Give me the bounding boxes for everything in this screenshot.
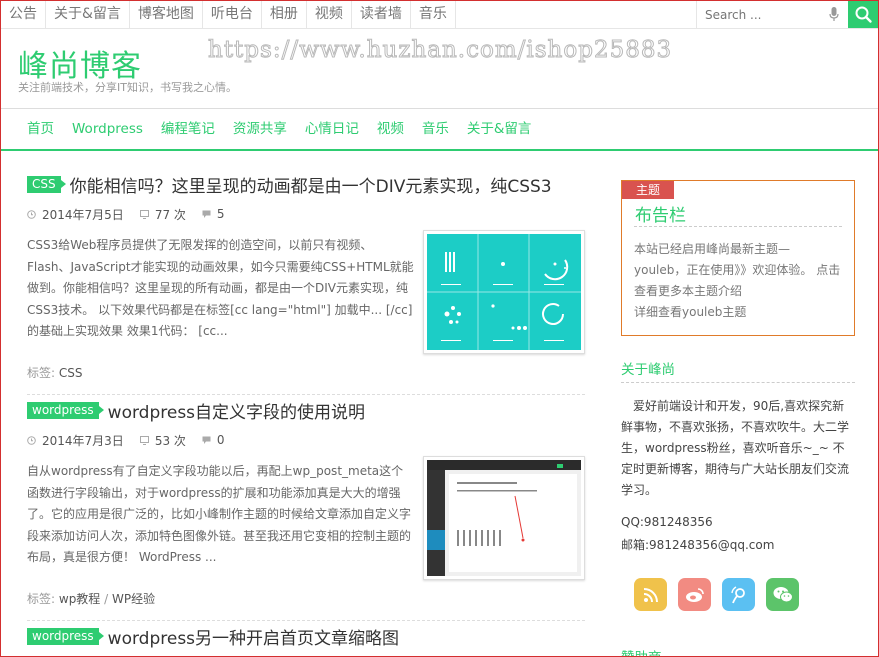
tencent-weibo-button[interactable] — [722, 578, 755, 611]
email-address: 邮箱:981248356@qq.com — [621, 538, 775, 552]
notice-widget: 主题 布告栏 本站已经启用峰尚最新主题—youleb，正在使用》》欢迎体验。 点… — [621, 180, 855, 336]
top-nav-video[interactable]: 视频 — [307, 1, 352, 28]
wechat-button[interactable] — [766, 578, 799, 611]
notice-link[interactable]: 详细查看youleb主题 — [634, 305, 746, 319]
top-nav-radio[interactable]: 听电台 — [203, 1, 262, 28]
post-views: 53 次 — [154, 433, 186, 448]
post-title[interactable]: wordpress另一种开启首页文章缩略图 — [108, 624, 399, 649]
top-nav-announcement[interactable]: 公告 — [1, 1, 46, 28]
category-badge[interactable]: wordpress — [27, 401, 104, 419]
clock-icon — [27, 209, 36, 219]
nav-programming[interactable]: 编程笔记 — [152, 109, 224, 149]
tencent-weibo-icon — [730, 585, 745, 603]
rss-icon — [643, 587, 658, 602]
top-nav: 公告 关于&留言 博客地图 听电台 相册 视频 读者墙 音乐 — [1, 1, 456, 28]
weibo-button[interactable] — [678, 578, 711, 611]
notice-text[interactable]: 本站已经启用峰尚最新主题—youleb，正在使用》》欢迎体验。 点击查看更多本主… — [634, 242, 840, 298]
search-icon — [855, 6, 872, 23]
notice-divider — [634, 226, 842, 227]
search-button[interactable] — [848, 1, 878, 28]
tag-link[interactable]: WP经验 — [112, 592, 155, 606]
nav-music[interactable]: 音乐 — [413, 109, 458, 149]
post-excerpt: CSS3给Web程序员提供了无限发挥的创造空间，以前只有视频、Flash、Jav… — [27, 238, 414, 338]
nav-wordpress[interactable]: Wordpress — [63, 109, 152, 149]
rss-button[interactable] — [634, 578, 667, 611]
search-input[interactable] — [705, 5, 823, 24]
nav-diary[interactable]: 心情日记 — [296, 109, 368, 149]
microphone-icon[interactable] — [829, 7, 839, 22]
post-views: 77 次 — [154, 207, 186, 222]
nav-home[interactable]: 首页 — [18, 109, 63, 149]
tag-link[interactable]: CSS — [59, 366, 83, 380]
monitor-icon — [139, 435, 149, 445]
notice-title: 布告栏 — [635, 206, 686, 226]
notice-tag: 主题 — [622, 181, 675, 199]
post-meta: 2014年7月3日 53 次 0 — [27, 432, 585, 448]
wp-admin-screenshot-image — [427, 460, 581, 576]
category-badge[interactable]: wordpress — [27, 627, 104, 645]
top-nav-sitemap[interactable]: 博客地图 — [130, 1, 203, 28]
post-thumbnail[interactable] — [423, 230, 585, 354]
browser-frame: 公告 关于&留言 博客地图 听电台 相册 视频 读者墙 音乐 峰尚博客 — [0, 0, 879, 657]
top-nav-about[interactable]: 关于&留言 — [46, 1, 130, 28]
top-bar: 公告 关于&留言 博客地图 听电台 相册 视频 读者墙 音乐 — [1, 1, 878, 29]
main-nav: 首页 Wordpress 编程笔记 资源共享 心情日记 视频 音乐 关于&留言 — [1, 109, 878, 151]
post-date: 2014年7月5日 — [42, 207, 124, 222]
search-box — [696, 1, 848, 28]
post-comments[interactable]: 5 — [217, 207, 225, 221]
post-tags: 标签: CSS — [27, 364, 83, 381]
tags-label: 标签: — [27, 592, 56, 606]
tags-label: 标签: — [27, 366, 56, 380]
top-nav-album[interactable]: 相册 — [262, 1, 307, 28]
comment-icon — [202, 210, 211, 218]
top-nav-readers[interactable]: 读者墙 — [352, 1, 411, 28]
nav-resources[interactable]: 资源共享 — [224, 109, 296, 149]
post-excerpt: 自从wordpress有了自定义字段功能以后，再配上wp_post_meta这个… — [27, 464, 412, 564]
post-meta: 2014年7月5日 77 次 5 — [27, 206, 585, 222]
post-date: 2014年7月3日 — [42, 433, 124, 448]
clock-icon — [27, 435, 36, 445]
post-title[interactable]: wordpress自定义字段的使用说明 — [108, 398, 365, 423]
post-divider — [27, 394, 585, 395]
post-title[interactable]: 你能相信吗？这里呈现的动画都是由一个DIV元素实现，纯CSS3 — [70, 172, 552, 197]
social-links — [634, 578, 810, 611]
wechat-icon — [773, 587, 793, 603]
post: wordpress wordpress另一种开启首页文章缩略图 — [27, 624, 585, 649]
category-badge[interactable]: CSS — [27, 175, 66, 193]
nav-video[interactable]: 视频 — [368, 109, 413, 149]
notice-body: 本站已经启用峰尚最新主题—youleb，正在使用》》欢迎体验。 点击查看更多本主… — [634, 239, 842, 323]
css-animation-preview-image — [427, 234, 581, 350]
post: wordpress wordpress自定义字段的使用说明 2014年7月3日 … — [27, 398, 585, 606]
comment-icon — [202, 436, 211, 444]
about-divider — [621, 382, 855, 383]
post-divider — [27, 620, 585, 621]
qq-number: QQ:981248356 — [621, 515, 713, 529]
watermark: https://www.huzhan.com/ishop25883 — [207, 37, 673, 64]
about-widget-title: 关于峰尚 — [621, 362, 675, 378]
nav-about[interactable]: 关于&留言 — [458, 109, 541, 149]
site-header: 峰尚博客 关注前端技术，分享IT知识，书写我之心情。 https://www.h… — [1, 29, 878, 109]
tag-link[interactable]: wp教程 — [59, 592, 100, 606]
post: CSS 你能相信吗？这里呈现的动画都是由一个DIV元素实现，纯CSS3 2014… — [27, 172, 585, 380]
post-comments[interactable]: 0 — [217, 433, 225, 447]
monitor-icon — [139, 209, 149, 219]
top-nav-music[interactable]: 音乐 — [411, 1, 456, 28]
post-thumbnail[interactable] — [423, 456, 585, 580]
site-description: 关注前端技术，分享IT知识，书写我之心情。 — [18, 81, 237, 94]
sponsor-widget-title: 赞助商 — [621, 646, 662, 656]
post-tags: 标签: wp教程 / WP经验 — [27, 592, 156, 606]
about-text: 爱好前端设计和开发，90后,喜欢探究新鲜事物，不喜欢张扬，不喜欢吹牛。大二学生，… — [621, 399, 850, 497]
weibo-icon — [685, 587, 704, 602]
